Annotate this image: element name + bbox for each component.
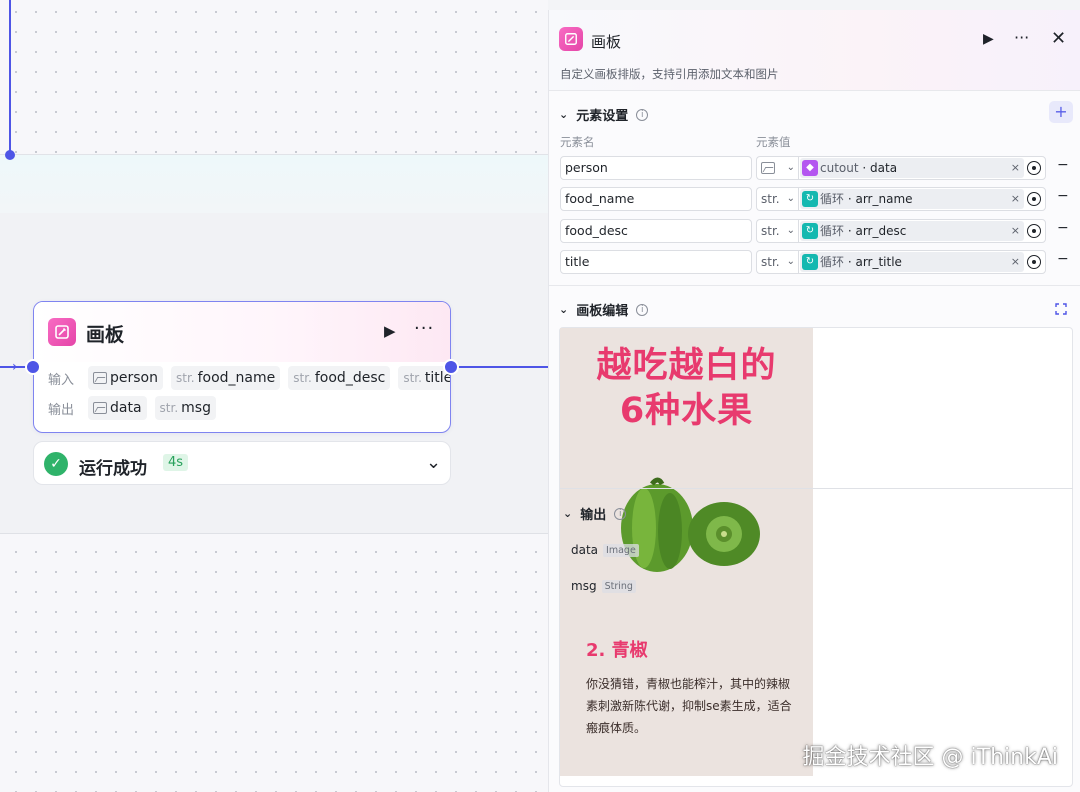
variable-ref-chip[interactable]: ↻ 循环 · arr_title ×	[800, 252, 1024, 272]
clear-icon[interactable]: ×	[1011, 158, 1020, 178]
more-icon[interactable]: ···	[1014, 28, 1029, 47]
element-name-input[interactable]: food_name	[560, 187, 752, 211]
remove-row-button[interactable]: −	[1057, 157, 1069, 173]
canvas-app-icon	[559, 27, 583, 51]
output-edge-line	[458, 366, 548, 368]
element-value-field[interactable]: ↻ 循环 · arr_name ×	[798, 187, 1046, 211]
poster-description: 你没猜错，青椒也能榨汁，其中的辣椒素刺激新陈代谢，抑制se素生成，适合瘢痕体质。	[586, 677, 792, 735]
element-type-select[interactable]: str. ⌄	[756, 219, 798, 243]
watermark: 掘金技术社区 @ iThinkAi	[802, 745, 1058, 770]
play-icon[interactable]: ▶	[384, 322, 396, 340]
element-type-select[interactable]: str. ⌄	[756, 250, 798, 274]
node-input-port[interactable]	[25, 359, 41, 375]
chevron-down-icon: ⌄	[786, 193, 795, 204]
remove-row-button[interactable]: −	[1057, 251, 1069, 267]
element-value-field[interactable]: ◆ cutout · data ×	[798, 156, 1046, 180]
element-row: food_desc str. ⌄ ↻ 循环 · arr_desc × −	[560, 219, 1072, 243]
type-badge: Image	[603, 543, 639, 557]
more-icon[interactable]: ···	[414, 318, 434, 339]
output-row-data: data Image	[571, 543, 639, 557]
column-header-name: 元素名	[560, 135, 595, 149]
canvas-app-icon	[48, 318, 76, 346]
chevron-down-icon[interactable]: ⌄	[559, 303, 568, 316]
incoming-edge-line	[9, 0, 11, 154]
cutout-icon: ◆	[802, 160, 818, 176]
outputs-label: 输出	[48, 402, 75, 418]
run-time-badge: 4s	[163, 454, 189, 471]
info-icon[interactable]: i	[614, 507, 627, 520]
element-row: food_name str. ⌄ ↻ 循环 · arr_name × −	[560, 187, 1072, 211]
clear-icon[interactable]: ×	[1011, 221, 1020, 241]
input-tag-food-desc: str. food_desc	[288, 366, 391, 390]
image-icon	[93, 402, 107, 414]
close-icon[interactable]: ✕	[1051, 28, 1066, 49]
loop-icon: ↻	[802, 223, 818, 239]
remove-row-button[interactable]: −	[1057, 220, 1069, 236]
node-title: 画板	[86, 324, 125, 346]
image-icon	[761, 162, 775, 174]
variable-ref-chip[interactable]: ↻ 循环 · arr_name ×	[800, 189, 1024, 209]
chevron-down-icon: ⌄	[786, 225, 795, 236]
image-icon	[93, 372, 107, 384]
green-pepper-image	[621, 477, 760, 572]
variable-ref-chip[interactable]: ↻ 循环 · arr_desc ×	[800, 221, 1024, 241]
chevron-down-icon[interactable]: ⌄	[559, 108, 568, 121]
node-output-port[interactable]	[443, 359, 459, 375]
element-type-select[interactable]: str. ⌄	[756, 187, 798, 211]
check-circle-icon: ✓	[44, 452, 68, 476]
input-tag-person: person	[88, 366, 163, 390]
chevron-down-icon[interactable]: ⌄	[563, 507, 572, 520]
panel-description: 自定义画板排版，支持引用添加文本和图片	[560, 67, 779, 81]
target-icon[interactable]	[1027, 255, 1041, 269]
clear-icon[interactable]: ×	[1011, 252, 1020, 272]
canvas-edit-header[interactable]: ⌄ 画板编辑 i	[559, 300, 649, 319]
chevron-down-icon: ⌄	[786, 162, 795, 173]
element-value-field[interactable]: ↻ 循环 · arr_desc ×	[798, 219, 1046, 243]
node-inputs-row: 输入 person str. food_name str. food_desc st…	[48, 366, 450, 390]
variable-ref-chip[interactable]: ◆ cutout · data ×	[800, 158, 1024, 178]
add-element-button[interactable]: +	[1049, 101, 1073, 123]
play-icon[interactable]: ▶	[983, 31, 994, 47]
panel-title: 画板	[591, 33, 622, 51]
element-settings-header[interactable]: ⌄ 元素设置 i	[559, 105, 649, 124]
element-type-select[interactable]: ⌄	[756, 156, 798, 180]
element-name-input[interactable]: person	[560, 156, 752, 180]
run-status-text: 运行成功	[79, 459, 147, 479]
inputs-label: 输入	[48, 372, 75, 388]
info-icon[interactable]: i	[636, 303, 649, 316]
output-row-msg: msg String	[571, 579, 636, 593]
target-icon[interactable]	[1027, 161, 1041, 175]
loop-icon: ↻	[802, 191, 818, 207]
output-section-header[interactable]: ⌄ 输出 i	[563, 504, 627, 523]
element-row: title str. ⌄ ↻ 循环 · arr_title × −	[560, 250, 1072, 274]
target-icon[interactable]	[1027, 224, 1041, 238]
element-name-input[interactable]: title	[560, 250, 752, 274]
input-tag-food-name: str. food_name	[171, 366, 281, 390]
chevron-down-icon[interactable]: ⌄	[426, 452, 441, 473]
node-outputs-row: 输出 data str. msg	[48, 396, 216, 420]
arrow-right-icon: ›	[12, 359, 18, 375]
target-icon[interactable]	[1027, 192, 1041, 206]
node-config-panel: 画板 ▶ ··· ✕ 自定义画板排版，支持引用添加文本和图片 ⌄ 元素设置 i …	[548, 10, 1080, 792]
edge-endpoint	[5, 150, 15, 160]
clear-icon[interactable]: ×	[1011, 189, 1020, 209]
info-icon[interactable]: i	[636, 108, 649, 121]
fullscreen-icon[interactable]	[1055, 303, 1067, 315]
column-header-value: 元素值	[756, 135, 791, 149]
poster-subtitle: 2. 青椒	[586, 640, 648, 661]
canvas-node[interactable]: 画板 ▶ ··· 输入 person str. food_name str. foo…	[33, 301, 451, 433]
run-status-card[interactable]: ✓ 运行成功 4s ⌄	[33, 441, 451, 485]
output-tag-data: data	[88, 396, 147, 420]
remove-row-button[interactable]: −	[1057, 188, 1069, 204]
type-badge: String	[601, 579, 636, 593]
element-row: person ⌄ ◆ cutout · data × −	[560, 156, 1072, 180]
poster-title: 越吃越白的 6种水果	[596, 346, 777, 431]
element-value-field[interactable]: ↻ 循环 · arr_title ×	[798, 250, 1046, 274]
chevron-down-icon: ⌄	[786, 256, 795, 267]
element-name-input[interactable]: food_desc	[560, 219, 752, 243]
loop-icon: ↻	[802, 254, 818, 270]
output-tag-msg: str. msg	[154, 396, 216, 420]
workflow-canvas[interactable]: › 画板 ▶ ··· 输入 person str. food_name str. f…	[0, 0, 548, 792]
